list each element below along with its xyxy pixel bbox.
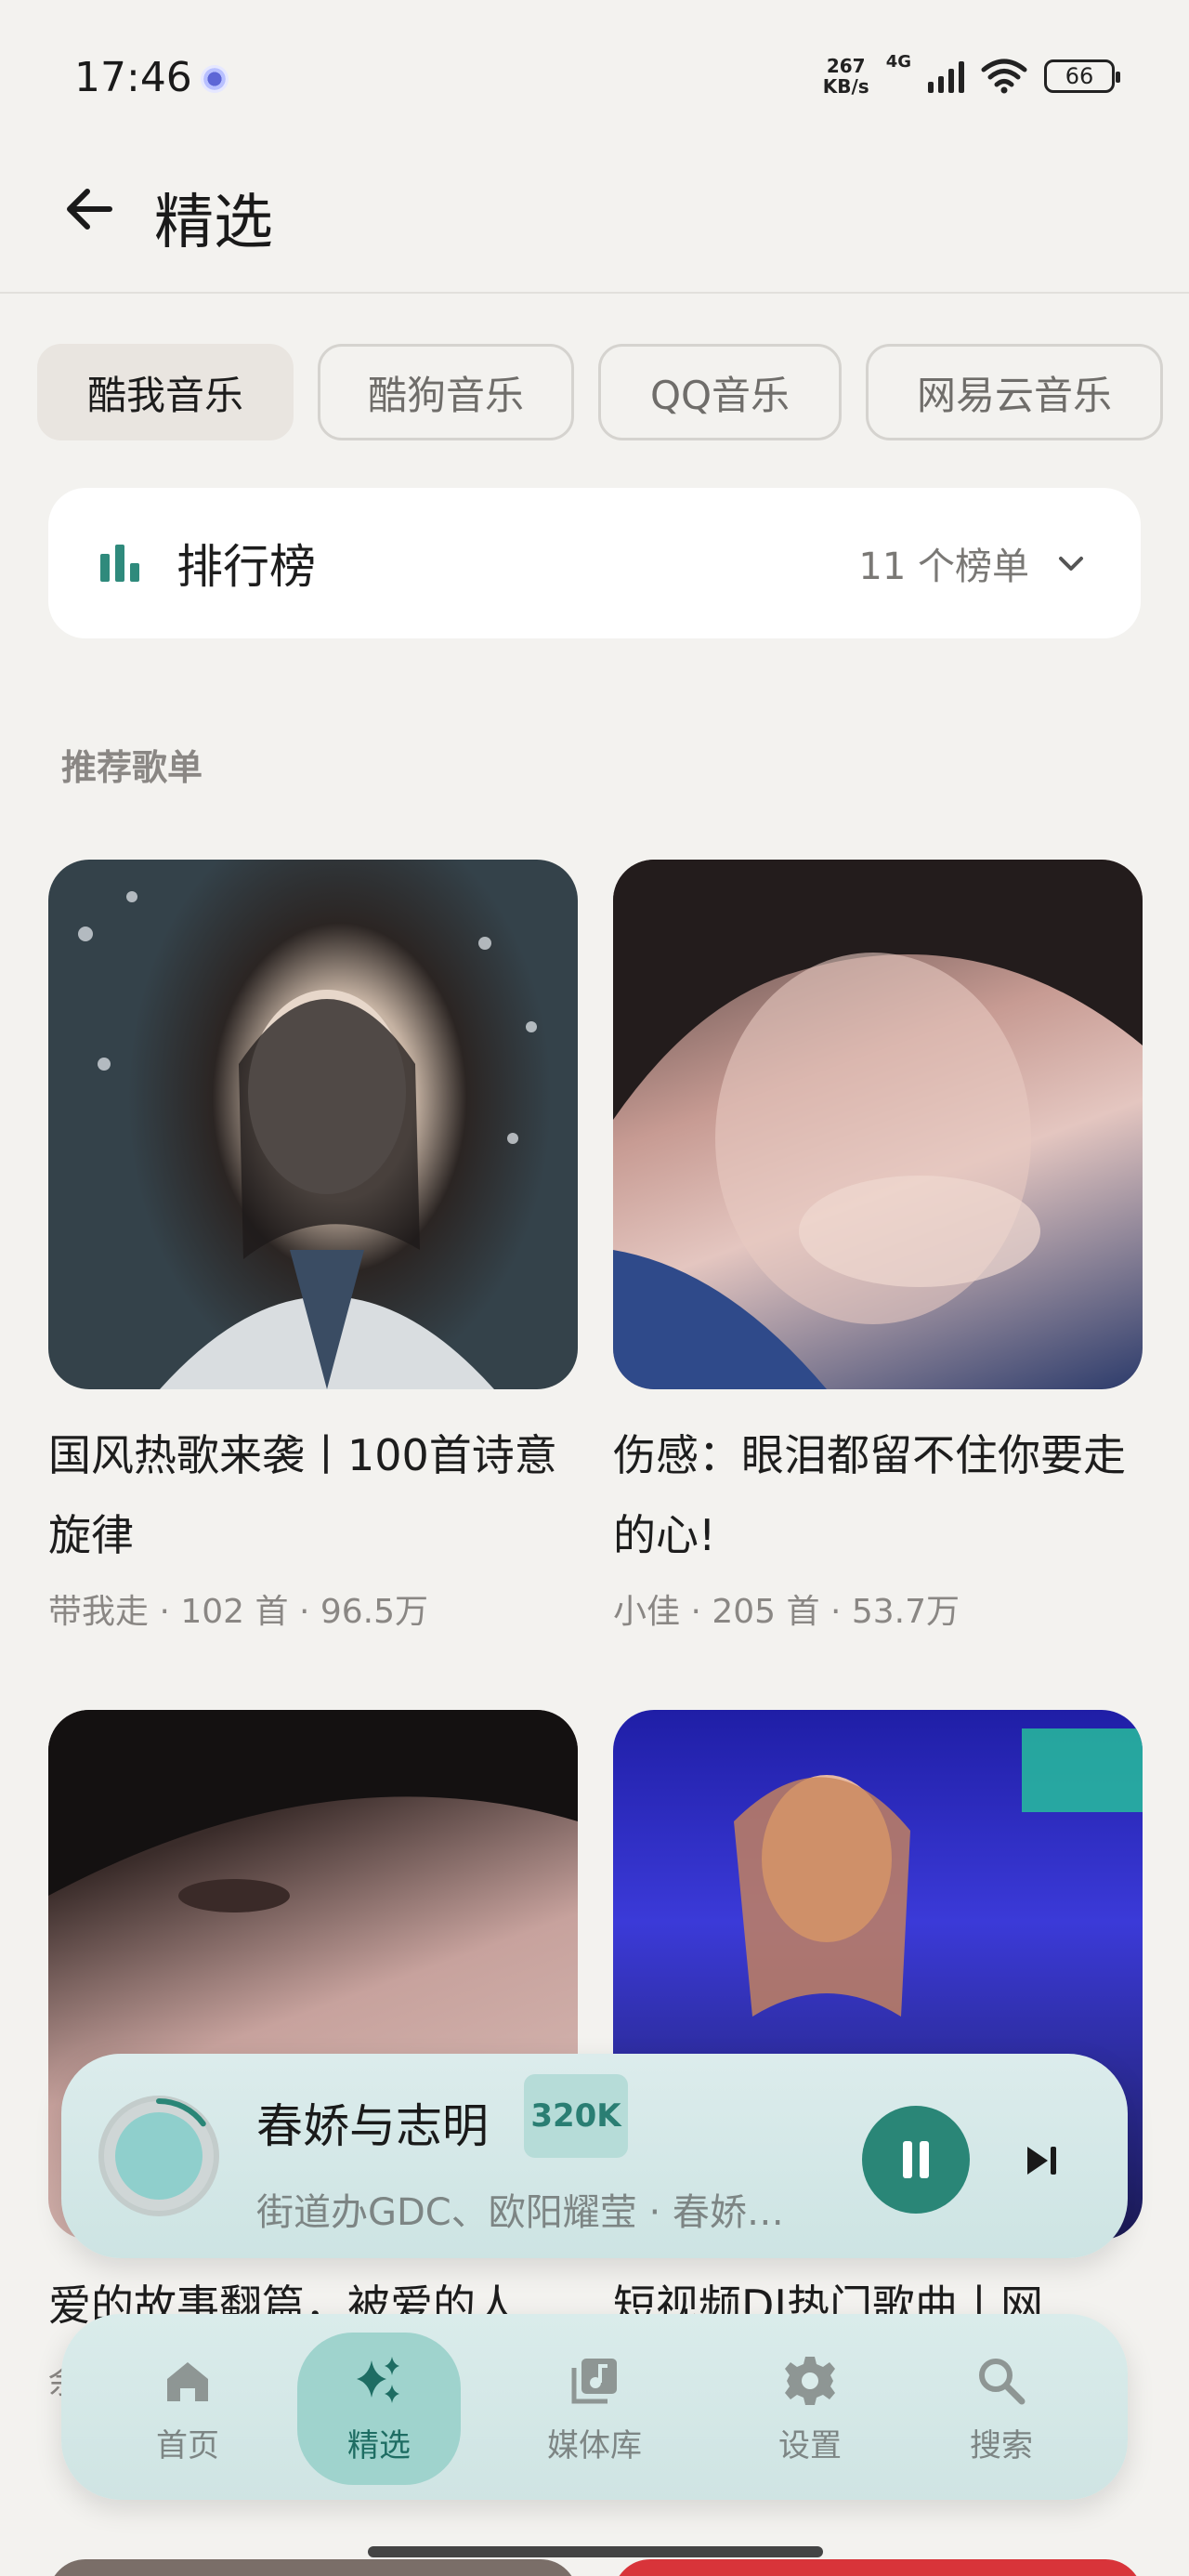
playlist-cover-peek [48, 2559, 578, 2576]
search-icon [979, 2359, 1026, 2405]
nav-search[interactable]: 搜索 [920, 2333, 1083, 2485]
playlist-cover[interactable] [613, 860, 1143, 1389]
nav-library[interactable]: 媒体库 [513, 2333, 676, 2485]
song-artist: 街道办GDC、欧阳耀莹 · 春娇… [256, 2191, 784, 2234]
album-disc[interactable] [98, 2096, 219, 2216]
playlist-card[interactable]: 伤感：眼泪都留不住你要走的心! 小佳 · 205 首 · 53.7万 [613, 860, 1143, 1633]
ranking-count: 11 个榜单 [858, 545, 1029, 588]
nav-home[interactable]: 首页 [106, 2333, 269, 2485]
source-tabs: 酷我音乐 酷狗音乐 QQ音乐 网易云音乐 [37, 344, 1163, 440]
ranking-card[interactable]: 排行榜 11 个榜单 [48, 488, 1141, 638]
nav-settings[interactable]: 设置 [728, 2333, 892, 2485]
status-time: 17:46 [74, 54, 192, 101]
playlist-cover-peek [613, 2559, 1143, 2576]
signal-icon [928, 59, 964, 93]
cover-art-image [613, 860, 1143, 1389]
sparkle-icon [357, 2357, 399, 2403]
quality-badge[interactable]: 320K [524, 2074, 628, 2158]
nav-featured[interactable]: 精选 [297, 2333, 461, 2485]
library-icon [571, 2359, 617, 2404]
status-indicators: 267 KB/s 4G 66 [822, 52, 1120, 98]
nav-label: 媒体库 [547, 2427, 642, 2464]
ranking-title: 排行榜 [176, 540, 316, 594]
chevron-down-icon [1059, 557, 1083, 571]
app-header: 精选 [0, 139, 1189, 294]
nav-label: 首页 [156, 2427, 219, 2464]
back-arrow-icon[interactable] [56, 177, 121, 242]
playlist-meta: 带我走 · 102 首 · 96.5万 [48, 1593, 429, 1631]
skip-next-icon[interactable] [1018, 2137, 1065, 2184]
tab-qq-music[interactable]: QQ音乐 [598, 344, 842, 440]
gear-icon [785, 2357, 835, 2405]
home-indicator[interactable] [368, 2546, 823, 2557]
home-icon [167, 2362, 208, 2401]
nav-label: 设置 [778, 2427, 842, 2464]
battery-icon: 66 [1044, 59, 1120, 93]
mini-player[interactable]: 春娇与志明 320K 街道办GDC、欧阳耀莹 · 春娇… [61, 2054, 1128, 2258]
nav-label: 搜索 [970, 2427, 1033, 2464]
playlist-title: 国风热歌来袭丨100首诗意旋律 [48, 1430, 557, 1560]
tab-kuwo[interactable]: 酷我音乐 [37, 344, 294, 440]
playlist-meta: 小佳 · 205 首 · 53.7万 [613, 1593, 960, 1631]
page-title: 精选 [154, 189, 273, 257]
chart-bars-icon [100, 545, 139, 582]
playlist-card[interactable]: 国风热歌来袭丨100首诗意旋律 带我走 · 102 首 · 96.5万 [48, 860, 578, 1633]
playback-progress-ring [156, 2098, 206, 2127]
pause-button[interactable] [862, 2106, 970, 2214]
network-type: 4G [885, 52, 911, 72]
cover-art-image [78, 891, 537, 1389]
tab-netease[interactable]: 网易云音乐 [866, 344, 1163, 440]
network-speed: 267 KB/s [822, 55, 869, 98]
tab-kugou[interactable]: 酷狗音乐 [318, 344, 574, 440]
song-title: 春娇与志明 [256, 2099, 489, 2153]
playlist-cover[interactable] [48, 860, 578, 1389]
nav-label: 精选 [347, 2427, 411, 2464]
notification-app-icon [201, 65, 229, 93]
bottom-navigation: 首页 精选 媒体库 设置 搜索 [61, 2314, 1128, 2500]
playlist-title: 伤感：眼泪都留不住你要走的心! [613, 1430, 1126, 1560]
wifi-icon [981, 59, 1027, 94]
status-bar: 17:46 267 KB/s 4G 66 [0, 0, 1189, 139]
section-title: 推荐歌单 [61, 747, 203, 788]
